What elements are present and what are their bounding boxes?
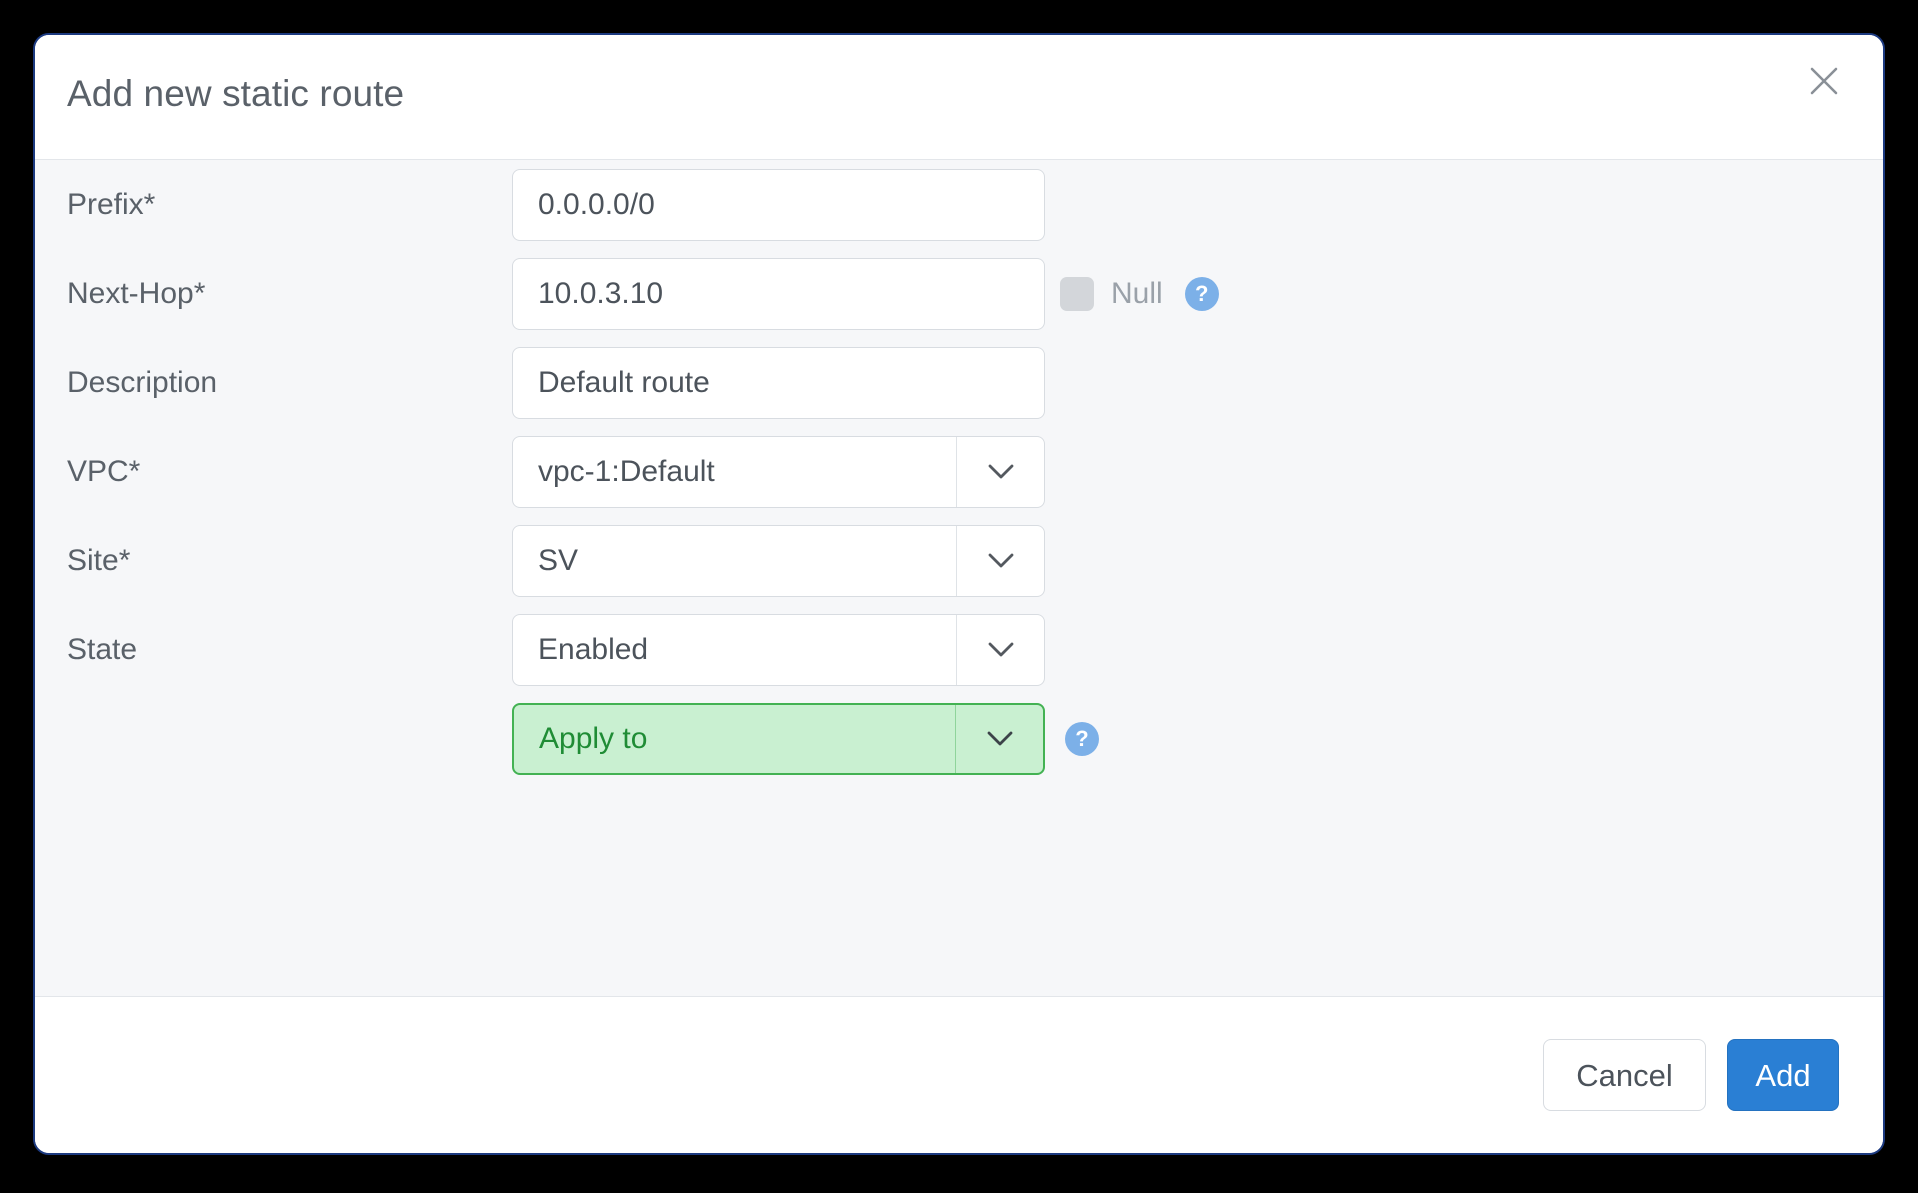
- description-input-value: Default route: [513, 368, 1044, 398]
- chevron-down-icon: [956, 526, 1044, 596]
- add-static-route-dialog: Add new static route Prefix* 0.0.0.0/0: [33, 33, 1885, 1155]
- close-icon[interactable]: [1801, 58, 1847, 104]
- vpc-select[interactable]: vpc-1:Default: [512, 436, 1045, 508]
- label-prefix: Prefix*: [67, 190, 155, 220]
- form-row-state: State Enabled: [35, 605, 1883, 694]
- apply-to-select-value: Apply to: [514, 724, 955, 754]
- form-row-prefix: Prefix* 0.0.0.0/0: [35, 160, 1883, 249]
- label-state: State: [67, 635, 137, 665]
- chevron-down-icon: [955, 705, 1043, 773]
- site-select-value: SV: [513, 546, 956, 576]
- help-icon-next-hop[interactable]: ?: [1185, 277, 1219, 311]
- null-checkbox-label: Null: [1111, 279, 1163, 309]
- apply-to-select[interactable]: Apply to: [512, 703, 1045, 775]
- null-option-group: Null ?: [1060, 271, 1219, 317]
- next-hop-input[interactable]: 10.0.3.10: [512, 258, 1045, 330]
- static-route-form: Prefix* 0.0.0.0/0 Next-Hop* 10.0.3.10 Nu…: [35, 160, 1883, 783]
- dialog-footer: Cancel Add: [35, 996, 1883, 1153]
- description-input[interactable]: Default route: [512, 347, 1045, 419]
- form-row-vpc: VPC* vpc-1:Default: [35, 427, 1883, 516]
- site-select[interactable]: SV: [512, 525, 1045, 597]
- label-description: Description: [67, 368, 217, 398]
- state-select-value: Enabled: [513, 635, 956, 665]
- null-checkbox[interactable]: [1060, 277, 1094, 311]
- form-row-next-hop: Next-Hop* 10.0.3.10 Null ?: [35, 249, 1883, 338]
- chevron-down-icon: [956, 615, 1044, 685]
- dialog-body: Prefix* 0.0.0.0/0 Next-Hop* 10.0.3.10 Nu…: [35, 160, 1883, 996]
- page-title: Add new static route: [67, 73, 404, 115]
- state-select[interactable]: Enabled: [512, 614, 1045, 686]
- screen-backdrop: Add new static route Prefix* 0.0.0.0/0: [0, 0, 1918, 1193]
- form-row-apply-to: Apply to ?: [35, 694, 1883, 783]
- prefix-input-value: 0.0.0.0/0: [513, 190, 1044, 220]
- form-row-description: Description Default route: [35, 338, 1883, 427]
- label-vpc: VPC*: [67, 457, 140, 487]
- chevron-down-icon: [956, 437, 1044, 507]
- help-icon-apply-to[interactable]: ?: [1065, 722, 1099, 756]
- dialog-header: Add new static route: [35, 35, 1883, 160]
- vpc-select-value: vpc-1:Default: [513, 457, 956, 487]
- add-button[interactable]: Add: [1727, 1039, 1839, 1111]
- prefix-input[interactable]: 0.0.0.0/0: [512, 169, 1045, 241]
- label-next-hop: Next-Hop*: [67, 279, 205, 309]
- cancel-button[interactable]: Cancel: [1543, 1039, 1706, 1111]
- form-row-site: Site* SV: [35, 516, 1883, 605]
- next-hop-input-value: 10.0.3.10: [513, 279, 1044, 309]
- label-site: Site*: [67, 546, 130, 576]
